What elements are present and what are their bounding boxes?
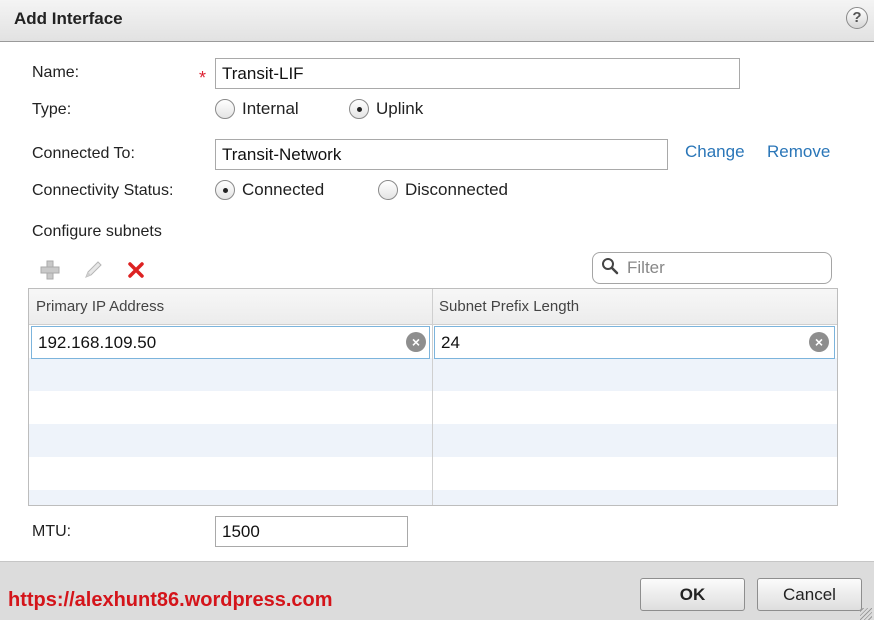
column-header-primary-ip[interactable]: Primary IP Address: [36, 298, 164, 315]
column-header-subnet-prefix[interactable]: Subnet Prefix Length: [439, 298, 579, 315]
delete-x-icon[interactable]: [124, 258, 148, 282]
subnets-grid: Primary IP Address Subnet Prefix Length …: [28, 288, 838, 506]
clear-icon[interactable]: ×: [406, 332, 426, 352]
mtu-label: MTU:: [32, 523, 72, 540]
grid-header: Primary IP Address Subnet Prefix Length: [29, 289, 837, 325]
dialog-titlebar: Add Interface ?: [0, 0, 874, 42]
primary-ip-value: 192.168.109.50: [38, 333, 157, 352]
type-internal-radio[interactable]: Internal: [215, 99, 299, 119]
type-uplink-radio[interactable]: Uplink: [349, 99, 423, 119]
dialog-title: Add Interface: [14, 9, 123, 28]
type-label: Type:: [32, 101, 72, 118]
connectivity-status-label: Connectivity Status:: [32, 182, 174, 199]
name-label: Name:: [32, 64, 80, 81]
table-row-empty: [29, 457, 837, 490]
edit-pencil-icon[interactable]: [81, 258, 105, 282]
connected-radio[interactable]: Connected: [215, 180, 324, 200]
connected-to-field[interactable]: Transit-Network: [215, 139, 668, 170]
add-icon[interactable]: [38, 258, 62, 282]
ok-button[interactable]: OK: [640, 578, 745, 611]
search-icon: [601, 257, 619, 280]
filter-input[interactable]: [627, 258, 817, 278]
radio-circle-selected: [215, 180, 235, 200]
dialog-footer: https://alexhunt86.wordpress.com OK Canc…: [0, 561, 874, 620]
cancel-button[interactable]: Cancel: [757, 578, 862, 611]
table-row-empty: [29, 424, 837, 457]
table-row-empty: [29, 391, 837, 424]
connected-label: Connected: [242, 180, 325, 199]
resize-grip-icon[interactable]: [860, 608, 872, 620]
connected-to-label: Connected To:: [32, 145, 135, 162]
type-internal-label: Internal: [242, 99, 299, 118]
radio-circle: [378, 180, 398, 200]
clear-icon[interactable]: ×: [809, 332, 829, 352]
required-asterisk: *: [199, 68, 207, 88]
disconnected-radio[interactable]: Disconnected: [378, 180, 508, 200]
filter-box[interactable]: [592, 252, 832, 284]
table-row-empty: [29, 358, 837, 391]
help-icon[interactable]: ?: [846, 7, 868, 29]
name-field[interactable]: Transit-LIF: [215, 58, 740, 89]
configure-subnets-label: Configure subnets: [32, 223, 162, 240]
subnet-prefix-input[interactable]: 24 ×: [434, 326, 835, 359]
table-row-empty: [29, 490, 837, 505]
remove-link[interactable]: Remove: [767, 142, 830, 162]
radio-circle-selected: [349, 99, 369, 119]
watermark-url: https://alexhunt86.wordpress.com: [8, 589, 333, 611]
type-uplink-label: Uplink: [376, 99, 424, 118]
radio-circle: [215, 99, 235, 119]
disconnected-label: Disconnected: [405, 180, 509, 199]
change-link[interactable]: Change: [685, 142, 745, 162]
column-divider: [432, 289, 433, 505]
mtu-field[interactable]: 1500: [215, 516, 408, 547]
subnet-prefix-value: 24: [441, 333, 460, 352]
primary-ip-input[interactable]: 192.168.109.50 ×: [31, 326, 430, 359]
